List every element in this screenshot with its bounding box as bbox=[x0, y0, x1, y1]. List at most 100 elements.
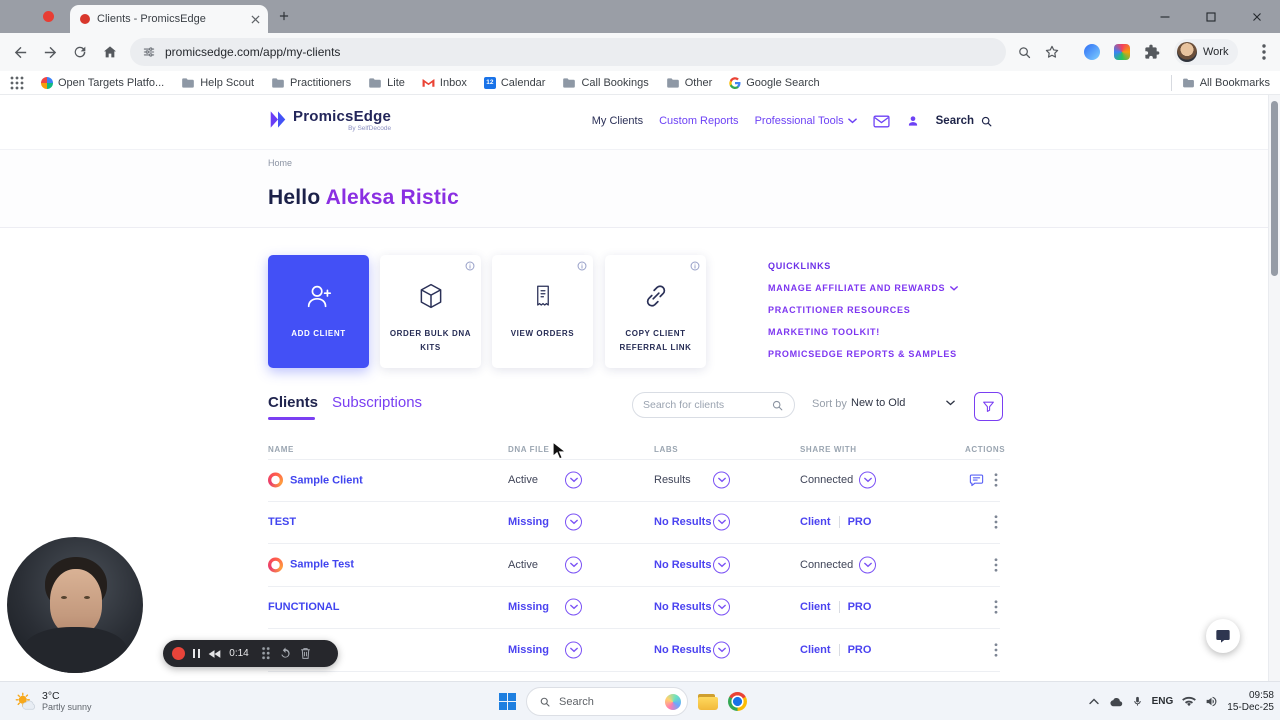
mail-icon[interactable] bbox=[873, 115, 890, 128]
site-info-icon[interactable] bbox=[142, 45, 156, 59]
bookmark-folder-practitioners[interactable]: Practitioners bbox=[271, 77, 351, 89]
order-bulk-dna-kits-card[interactable]: ORDER BULK DNA KITS bbox=[380, 255, 481, 368]
reload-button[interactable] bbox=[68, 40, 92, 64]
page-scrollbar[interactable] bbox=[1268, 95, 1280, 681]
bookmark-star-icon[interactable] bbox=[1040, 40, 1064, 64]
promicsedge-logo[interactable]: PromicsEdge By SelfDecode bbox=[268, 109, 391, 133]
taskbar-search[interactable]: Search bbox=[526, 687, 688, 716]
info-icon[interactable] bbox=[690, 261, 700, 271]
extensions-puzzle-icon[interactable] bbox=[1140, 40, 1164, 64]
bookmark-folder-call-bookings[interactable]: Call Bookings bbox=[562, 77, 649, 89]
nav-custom-reports[interactable]: Custom Reports bbox=[659, 115, 738, 127]
copy-client-referral-link-card[interactable]: COPY CLIENT REFERRAL LINK bbox=[605, 255, 706, 368]
bookmark-folder-help-scout[interactable]: Help Scout bbox=[181, 77, 254, 89]
share-pro-link[interactable]: PRO bbox=[848, 644, 872, 656]
file-explorer-icon[interactable] bbox=[698, 693, 718, 710]
microphone-icon[interactable] bbox=[1132, 695, 1143, 708]
chrome-icon[interactable] bbox=[728, 692, 747, 711]
bookmark-folder-other[interactable]: Other bbox=[666, 77, 712, 89]
client-name-link[interactable]: Sample Client bbox=[290, 474, 363, 486]
nav-professional-tools[interactable]: Professional Tools bbox=[755, 115, 857, 127]
tab-clients[interactable]: Clients bbox=[268, 394, 318, 411]
dna-file-dropdown-button[interactable] bbox=[565, 598, 582, 616]
browser-tab-clients[interactable]: Clients - PromicsEdge bbox=[70, 5, 268, 33]
dna-file-dropdown-button[interactable] bbox=[565, 513, 582, 531]
apps-grid-icon[interactable] bbox=[10, 75, 24, 90]
quicklink-practitioner-resources[interactable]: PRACTITIONER RESOURCES bbox=[768, 305, 958, 316]
row-actions-menu[interactable] bbox=[994, 515, 998, 529]
filter-button[interactable] bbox=[974, 392, 1003, 421]
share-client-link[interactable]: Client bbox=[800, 644, 831, 656]
sort-select[interactable]: New to Old bbox=[851, 397, 955, 409]
search-icon[interactable] bbox=[771, 399, 784, 412]
tab-close-icon[interactable] bbox=[251, 14, 260, 24]
extension-icon-1[interactable] bbox=[1080, 40, 1104, 64]
new-tab-button[interactable] bbox=[277, 9, 291, 23]
share-pro-link[interactable]: PRO bbox=[848, 601, 872, 613]
row-actions-menu[interactable] bbox=[994, 473, 998, 487]
labs-dropdown-button[interactable] bbox=[713, 556, 730, 574]
back-button[interactable] bbox=[8, 40, 32, 64]
share-dropdown-button[interactable] bbox=[859, 471, 876, 489]
share-pro-link[interactable]: PRO bbox=[848, 516, 872, 528]
forward-button[interactable] bbox=[38, 40, 62, 64]
address-bar[interactable]: promicsedge.com/app/my-clients bbox=[130, 38, 1006, 66]
quicklink-marketing-toolkit[interactable]: MARKETING TOOLKIT! bbox=[768, 327, 958, 338]
bookmark-google-search[interactable]: Google Search bbox=[729, 77, 820, 89]
restart-recording-button[interactable] bbox=[279, 647, 292, 660]
bookmark-calendar[interactable]: 12 Calendar bbox=[483, 76, 545, 89]
row-actions-menu[interactable] bbox=[994, 558, 998, 572]
breadcrumb[interactable]: Home bbox=[268, 158, 292, 168]
bookmark-open-targets[interactable]: Open Targets Platfo... bbox=[41, 76, 164, 89]
tab-subscriptions[interactable]: Subscriptions bbox=[332, 394, 422, 411]
client-search-input[interactable] bbox=[643, 399, 771, 411]
quicklink-reports-samples[interactable]: PROMICSEDGE REPORTS & SAMPLES bbox=[768, 349, 958, 360]
chat-launcher-button[interactable] bbox=[1206, 619, 1240, 653]
nav-my-clients[interactable]: My Clients bbox=[592, 115, 643, 127]
rewind-button[interactable] bbox=[208, 649, 221, 659]
language-indicator[interactable]: ENG bbox=[1152, 696, 1174, 707]
scrollbar-thumb[interactable] bbox=[1271, 101, 1278, 276]
pause-recording-button[interactable] bbox=[193, 649, 201, 658]
window-close-button[interactable] bbox=[1234, 0, 1280, 33]
wifi-icon[interactable] bbox=[1182, 696, 1197, 707]
webcam-overlay[interactable] bbox=[7, 537, 143, 673]
browser-menu-icon[interactable] bbox=[1252, 40, 1276, 64]
view-orders-card[interactable]: VIEW ORDERS bbox=[492, 255, 593, 368]
info-icon[interactable] bbox=[465, 261, 475, 271]
drag-handle-icon[interactable] bbox=[261, 647, 271, 660]
add-client-card[interactable]: ADD CLIENT bbox=[268, 255, 369, 368]
client-name-link[interactable]: FUNCTIONAL bbox=[268, 601, 340, 613]
clock[interactable]: 09:58 15-Dec-25 bbox=[1227, 690, 1274, 714]
account-icon[interactable] bbox=[906, 114, 920, 128]
extension-icon-2[interactable] bbox=[1110, 40, 1134, 64]
client-name-link[interactable]: Sample Test bbox=[290, 559, 354, 571]
row-actions-menu[interactable] bbox=[994, 600, 998, 614]
hidden-icons-chevron[interactable] bbox=[1088, 698, 1099, 705]
row-actions-menu[interactable] bbox=[994, 643, 998, 657]
window-maximize-button[interactable] bbox=[1188, 0, 1234, 33]
weather-widget[interactable]: 3°C Partly sunny bbox=[8, 685, 98, 718]
site-search-button[interactable]: Search bbox=[936, 115, 993, 128]
quicklink-manage-affiliate[interactable]: MANAGE AFFILIATE AND REWARDS bbox=[768, 283, 959, 294]
cloud-icon[interactable] bbox=[1108, 696, 1123, 707]
client-name-link[interactable]: TEST bbox=[268, 516, 296, 528]
info-icon[interactable] bbox=[577, 261, 587, 271]
labs-dropdown-button[interactable] bbox=[713, 598, 730, 616]
share-dropdown-button[interactable] bbox=[859, 556, 876, 574]
stop-recording-button[interactable] bbox=[172, 647, 185, 660]
zoom-icon[interactable] bbox=[1012, 40, 1036, 64]
start-button[interactable] bbox=[499, 693, 516, 710]
home-button[interactable] bbox=[98, 40, 122, 64]
share-client-link[interactable]: Client bbox=[800, 601, 831, 613]
dna-file-dropdown-button[interactable] bbox=[565, 471, 582, 489]
bookmark-inbox[interactable]: Inbox bbox=[422, 77, 467, 89]
bookmark-folder-lite[interactable]: Lite bbox=[368, 77, 405, 89]
dna-file-dropdown-button[interactable] bbox=[565, 556, 582, 574]
message-client-button[interactable] bbox=[969, 473, 984, 487]
share-client-link[interactable]: Client bbox=[800, 516, 831, 528]
labs-dropdown-button[interactable] bbox=[713, 641, 730, 659]
volume-icon[interactable] bbox=[1205, 695, 1218, 708]
profile-chip[interactable]: Work bbox=[1174, 39, 1239, 65]
labs-dropdown-button[interactable] bbox=[713, 471, 730, 489]
